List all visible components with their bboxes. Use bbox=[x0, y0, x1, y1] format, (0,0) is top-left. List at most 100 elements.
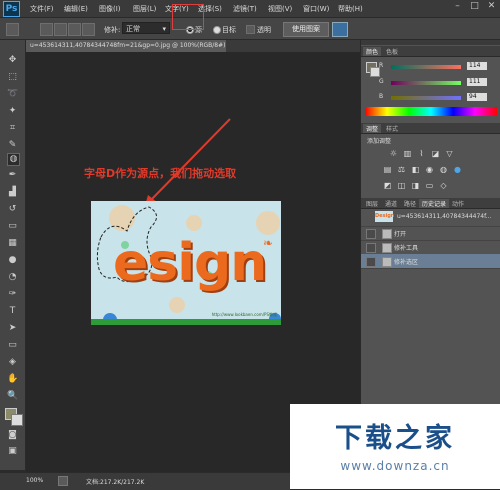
threshold-icon[interactable]: ◨ bbox=[411, 182, 420, 190]
tab-history[interactable]: 历史记录 bbox=[419, 199, 450, 208]
maximize-icon[interactable]: □ bbox=[470, 2, 479, 11]
pattern-picker[interactable] bbox=[332, 22, 348, 37]
channel-r-value[interactable]: 114 bbox=[467, 62, 487, 70]
magic-wand-icon[interactable]: ✦ bbox=[7, 106, 18, 117]
marquee-tool-icon[interactable]: ⬚ bbox=[7, 72, 18, 83]
image-watermark: http://www.lookbaen.com/PS教程 bbox=[211, 312, 277, 317]
tab-channels[interactable]: 通道 bbox=[382, 199, 400, 208]
site-watermark: 下载之家 www.downza.cn bbox=[290, 404, 500, 489]
tab-color[interactable]: 颜色 bbox=[363, 47, 382, 56]
add-adjustment-title: 添加调整 bbox=[367, 138, 392, 145]
brush-tool-icon[interactable]: ✒ bbox=[7, 170, 18, 181]
background-color[interactable] bbox=[11, 414, 23, 426]
tab-layers[interactable]: 图层 bbox=[363, 199, 381, 208]
gradient-tool-icon[interactable]: ▦ bbox=[7, 238, 18, 249]
tab-paths[interactable]: 路径 bbox=[401, 199, 419, 208]
history-item[interactable]: 打开 bbox=[361, 226, 500, 241]
intersect-selection-icon[interactable] bbox=[82, 23, 95, 36]
quick-mask-icon[interactable]: ◙ bbox=[7, 430, 18, 441]
color-lookup-icon[interactable]: ● bbox=[453, 166, 462, 174]
tab-styles[interactable]: 样式 bbox=[383, 124, 401, 133]
history-checkbox[interactable] bbox=[366, 257, 376, 267]
tab-actions[interactable]: 动作 bbox=[449, 199, 467, 208]
gradient-map-icon[interactable]: ▭ bbox=[425, 182, 434, 190]
color-spectrum[interactable] bbox=[365, 107, 497, 116]
tab-swatches[interactable]: 色板 bbox=[383, 47, 401, 56]
status-icon[interactable] bbox=[58, 476, 68, 486]
tab-adjustments[interactable]: 调整 bbox=[363, 124, 382, 133]
channel-r-slider[interactable] bbox=[391, 65, 461, 69]
vibrance-icon[interactable]: ▽ bbox=[445, 150, 454, 158]
new-selection-icon[interactable] bbox=[40, 23, 53, 36]
tab-strip bbox=[226, 40, 360, 52]
menu-filter[interactable]: 滤镜(T) bbox=[233, 4, 257, 14]
type-tool-icon[interactable]: T bbox=[7, 306, 18, 317]
target-radio[interactable] bbox=[213, 26, 221, 34]
history-checkbox[interactable] bbox=[366, 229, 376, 239]
channel-g-value[interactable]: 111 bbox=[467, 78, 487, 86]
hand-tool-icon[interactable]: ✋ bbox=[7, 374, 18, 385]
exposure-icon[interactable]: ◪ bbox=[431, 150, 440, 158]
blur-tool-icon[interactable]: ● bbox=[7, 255, 18, 266]
design-word: esign bbox=[113, 233, 267, 293]
snapshot-thumbnail: Design bbox=[375, 211, 394, 222]
menu-window[interactable]: 窗口(W) bbox=[303, 4, 329, 14]
menu-help[interactable]: 帮助(H) bbox=[338, 4, 363, 14]
eraser-tool-icon[interactable]: ▭ bbox=[7, 221, 18, 232]
photo-filter-icon[interactable]: ◉ bbox=[425, 166, 434, 174]
menu-layer[interactable]: 图层(L) bbox=[133, 4, 156, 14]
selective-color-icon[interactable]: ◇ bbox=[439, 182, 448, 190]
zoom-level[interactable]: 100% bbox=[26, 477, 43, 484]
path-select-icon[interactable]: ➤ bbox=[7, 323, 18, 334]
levels-icon[interactable]: ▥ bbox=[403, 150, 412, 158]
selection-icon bbox=[382, 257, 392, 267]
brightness-icon[interactable]: ☼ bbox=[389, 150, 398, 158]
posterize-icon[interactable]: ◫ bbox=[397, 182, 406, 190]
transparent-checkbox[interactable] bbox=[246, 25, 255, 34]
document-image[interactable]: esign ❧ http://www.lookbaen.com/PS教程 bbox=[91, 201, 281, 325]
history-item-selected[interactable]: 修补选区 bbox=[361, 254, 500, 269]
invert-icon[interactable]: ◩ bbox=[383, 182, 392, 190]
dodge-tool-icon[interactable]: ◔ bbox=[7, 272, 18, 283]
screen-mode-icon[interactable]: ▣ bbox=[7, 446, 18, 457]
history-brush-icon[interactable]: ↺ bbox=[7, 204, 18, 215]
history-snapshot[interactable]: Design u=453614311,40784344474f... bbox=[361, 208, 500, 227]
document-tab[interactable]: u=453614311,40784344748fm=21&gp=0.jpg @ … bbox=[26, 40, 230, 52]
channel-g-slider[interactable] bbox=[391, 81, 461, 85]
patch-mode-select[interactable]: 正常 ▾ bbox=[122, 22, 170, 34]
channel-b-slider[interactable] bbox=[391, 96, 461, 100]
tools-panel: ✥ ⬚ ➰ ✦ ⌗ ✎ ◍ ✒ ▟ ↺ ▭ ▦ ● ◔ ✑ T ➤ ▭ ◈ ✋ … bbox=[0, 40, 26, 470]
menu-image[interactable]: 图像(I) bbox=[99, 4, 121, 14]
curves-icon[interactable]: ⌇ bbox=[417, 150, 426, 158]
crop-tool-icon[interactable]: ⌗ bbox=[7, 123, 18, 134]
add-selection-icon[interactable] bbox=[54, 23, 67, 36]
minimize-icon[interactable]: – bbox=[453, 2, 462, 11]
window-controls: – □ ✕ bbox=[445, 2, 496, 11]
menu-file[interactable]: 文件(F) bbox=[30, 4, 54, 14]
history-item[interactable]: 修补工具 bbox=[361, 240, 500, 255]
patch-tool-icon[interactable] bbox=[6, 23, 19, 36]
patch-mode-value: 正常 bbox=[126, 25, 140, 33]
use-pattern-button[interactable]: 使用图案 bbox=[283, 22, 329, 37]
history-checkbox[interactable] bbox=[366, 243, 376, 253]
color-balance-icon[interactable]: ⚖ bbox=[397, 166, 406, 174]
history-item-label: 修补选区 bbox=[394, 259, 419, 266]
channel-mixer-icon[interactable]: ◍ bbox=[439, 166, 448, 174]
menu-view[interactable]: 视图(V) bbox=[268, 4, 292, 14]
pen-tool-icon[interactable]: ✑ bbox=[7, 289, 18, 300]
black-white-icon[interactable]: ◧ bbox=[411, 166, 420, 174]
zoom-tool-icon[interactable]: 🔍 bbox=[7, 391, 18, 402]
subtract-selection-icon[interactable] bbox=[68, 23, 81, 36]
stamp-tool-icon[interactable]: ▟ bbox=[7, 187, 18, 198]
eyedropper-icon[interactable]: ✎ bbox=[7, 140, 18, 151]
menu-edit[interactable]: 编辑(E) bbox=[64, 4, 88, 14]
channel-b-value[interactable]: 94 bbox=[467, 93, 487, 101]
hue-saturation-icon[interactable]: ▤ bbox=[383, 166, 392, 174]
3d-tool-icon[interactable]: ◈ bbox=[7, 357, 18, 368]
shape-tool-icon[interactable]: ▭ bbox=[7, 340, 18, 351]
move-tool-icon[interactable]: ✥ bbox=[7, 55, 18, 66]
close-icon[interactable]: ✕ bbox=[487, 2, 496, 11]
patch-tool-icon[interactable]: ◍ bbox=[7, 153, 20, 166]
color-panel-tabs: 颜色 色板 bbox=[361, 46, 500, 57]
lasso-tool-icon[interactable]: ➰ bbox=[7, 89, 18, 100]
